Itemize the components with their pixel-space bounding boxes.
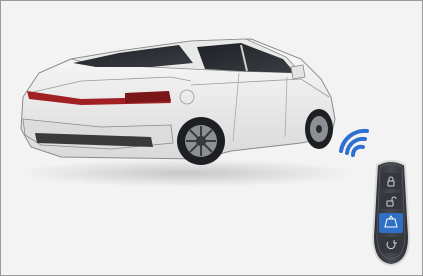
lock-button[interactable] [381,173,401,189]
remote-start-button[interactable] [381,237,401,253]
car-shadow [16,159,356,187]
illustration-frame [0,0,423,276]
wireless-signal-icon [339,128,369,157]
unlock-button[interactable] [381,193,401,209]
front-wheel [305,109,333,149]
rear-wheel [177,117,225,165]
key-fob [371,160,411,267]
car-keyfob-illustration [16,38,411,267]
trunk-button[interactable] [379,213,403,233]
car-icon [20,38,336,165]
